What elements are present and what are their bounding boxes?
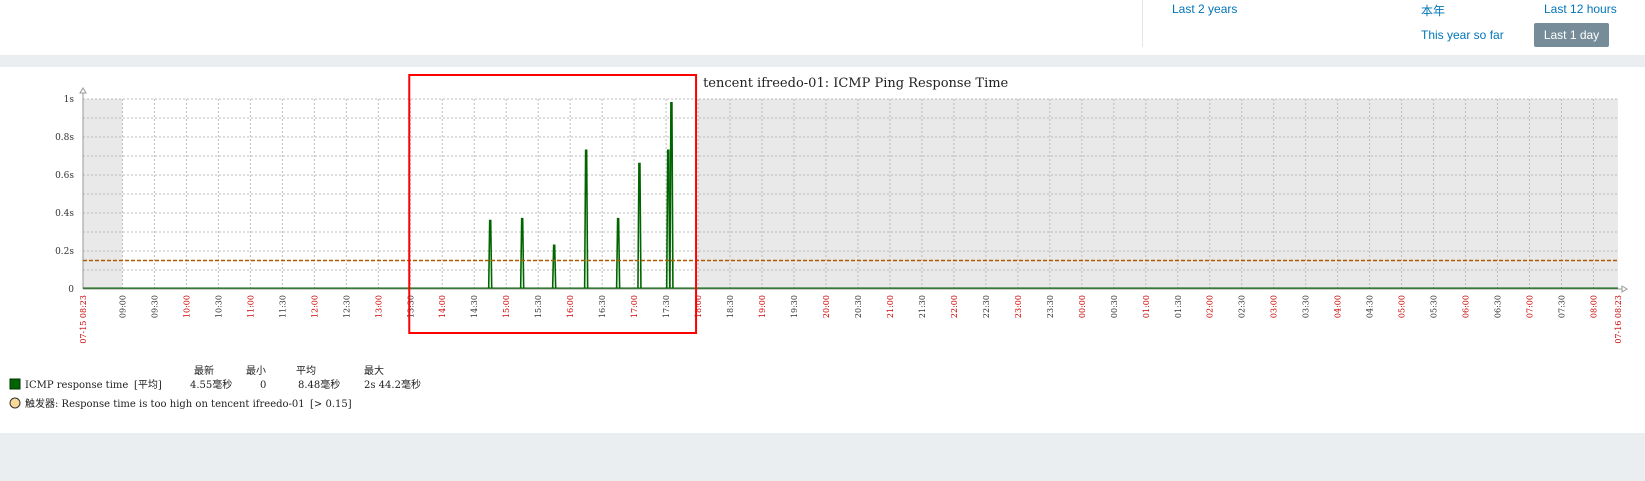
y-tick-label: 0.2s	[55, 247, 74, 257]
x-tick-label: 21:30	[918, 295, 927, 318]
x-tick-label: 12:30	[342, 295, 351, 318]
x-tick-label: 07:00	[1526, 295, 1535, 318]
chart-title: tencent ifreedo-01: ICMP Ping Response T…	[703, 76, 1008, 91]
x-tick-label: 09:00	[118, 295, 127, 318]
x-tick-label: 10:30	[214, 295, 223, 318]
x-tick-label: 13:30	[406, 295, 415, 318]
x-tick-label: 04:30	[1366, 295, 1375, 318]
x-tick-label: 08:00	[1589, 295, 1598, 318]
x-tick-label: 14:30	[470, 295, 479, 318]
x-tick-label: 22:30	[982, 295, 991, 318]
x-tick-label: 18:30	[726, 295, 735, 318]
x-tick-label: 06:00	[1462, 295, 1471, 318]
legend-header-avg: 平均	[296, 365, 316, 377]
legend: 最新 最小 平均 最大 ICMP response time [平均] 4.55…	[9, 364, 421, 410]
legend-trigger-label: 触发器: Response time is too high on tencen…	[25, 397, 305, 410]
x-tick-label: 05:00	[1398, 295, 1407, 318]
legend-series-last: 4.55毫秒	[190, 378, 232, 391]
x-tick-label: 22:00	[950, 295, 959, 318]
ping-chart: 0 0.2s 0.4s 0.6s 0.8s 1s 07-15 08:23 09:00 09:3…	[9, 74, 1628, 410]
x-tick-label: 03:00	[1270, 295, 1279, 318]
legend-series-avg: 8.48毫秒	[298, 378, 340, 391]
x-tick-label: 13:00	[374, 295, 383, 318]
x-tick-label: 00:00	[1078, 295, 1087, 318]
y-tick-label: 0.8s	[55, 133, 74, 143]
x-tick-label: 19:30	[790, 295, 799, 318]
legend-header-max: 最大	[364, 364, 384, 377]
y-axis: 0 0.2s 0.4s 0.6s 0.8s 1s	[55, 87, 87, 295]
x-tick-label: 10:00	[182, 295, 191, 318]
x-tick-label: 01:00	[1142, 295, 1151, 318]
y-tick-label: 0.6s	[55, 171, 74, 181]
x-tick-label: 02:30	[1238, 295, 1247, 318]
x-tick-label: 04:00	[1334, 295, 1343, 318]
legend-series-name: ICMP response time	[25, 380, 128, 391]
x-tick-label: 15:30	[534, 295, 543, 318]
legend-series-swatch	[9, 378, 21, 390]
x-tick-label: 05:30	[1430, 295, 1439, 318]
x-tick-label: 14:00	[438, 295, 447, 318]
x-tick-label: 09:30	[150, 295, 159, 318]
x-tick-label: 23:00	[1014, 295, 1023, 318]
legend-series-min: 0	[260, 380, 266, 391]
x-axis-arrow	[1621, 285, 1628, 293]
legend-trigger-condition: [> 0.15]	[310, 399, 352, 410]
last-1-day-button[interactable]: Last 1 day	[1534, 23, 1609, 47]
x-tick-label: 20:00	[822, 295, 831, 318]
x-tick-label: 15:00	[502, 295, 511, 318]
x-tick-label: 03:30	[1302, 295, 1311, 318]
x-tick-label: 19:00	[758, 295, 767, 318]
x-tick-label: 21:00	[886, 295, 895, 318]
y-tick-label: 1s	[64, 95, 75, 105]
x-tick-label: 06:30	[1494, 295, 1503, 318]
last-12-hours-link[interactable]: Last 12 hours	[1544, 2, 1617, 16]
x-tick-label: 01:30	[1174, 295, 1183, 318]
x-tick-label: 12:00	[310, 295, 319, 318]
x-tick-label: 00:30	[1110, 295, 1119, 318]
y-axis-arrow	[79, 87, 87, 94]
x-tick-label: 17:30	[662, 295, 671, 318]
x-tick-label: 11:30	[278, 295, 287, 318]
time-period-bar: Last 2 years 本年 Last 12 hours This year …	[0, 0, 1645, 55]
legend-series-max: 2s 44.2毫秒	[364, 378, 421, 391]
x-axis: 07-15 08:23 09:00 09:30 10:00 10:30 11:00 11:3…	[79, 285, 1628, 344]
x-tick-label: 07:30	[1558, 295, 1567, 318]
divider	[1142, 0, 1143, 47]
x-start-label: 07-15 08:23	[79, 295, 88, 344]
x-tick-label: 16:30	[598, 295, 607, 318]
y-tick-label: 0	[68, 285, 74, 295]
legend-series-func: [平均]	[134, 379, 162, 391]
x-tick-label: 17:00	[630, 295, 639, 318]
legend-trigger-icon	[9, 397, 21, 409]
legend-header-last: 最新	[194, 364, 214, 377]
last-2-years-link[interactable]: Last 2 years	[1172, 2, 1237, 16]
x-tick-label: 23:30	[1046, 295, 1055, 318]
y-tick-label: 0.4s	[55, 209, 74, 219]
x-tick-label: 11:00	[246, 295, 255, 318]
x-tick-label: 20:30	[854, 295, 863, 318]
this-year-so-far-link[interactable]: This year so far	[1421, 28, 1504, 42]
legend-header-min: 最小	[246, 365, 266, 377]
this-year-link[interactable]: 本年	[1421, 2, 1445, 19]
x-tick-label: 02:00	[1206, 295, 1215, 318]
x-tick-label: 16:00	[566, 295, 575, 318]
x-end-label: 07-16 08:23	[1614, 295, 1623, 344]
graph-panel: 0 0.2s 0.4s 0.6s 0.8s 1s 07-15 08:23 09:00 09:3…	[0, 67, 1645, 433]
